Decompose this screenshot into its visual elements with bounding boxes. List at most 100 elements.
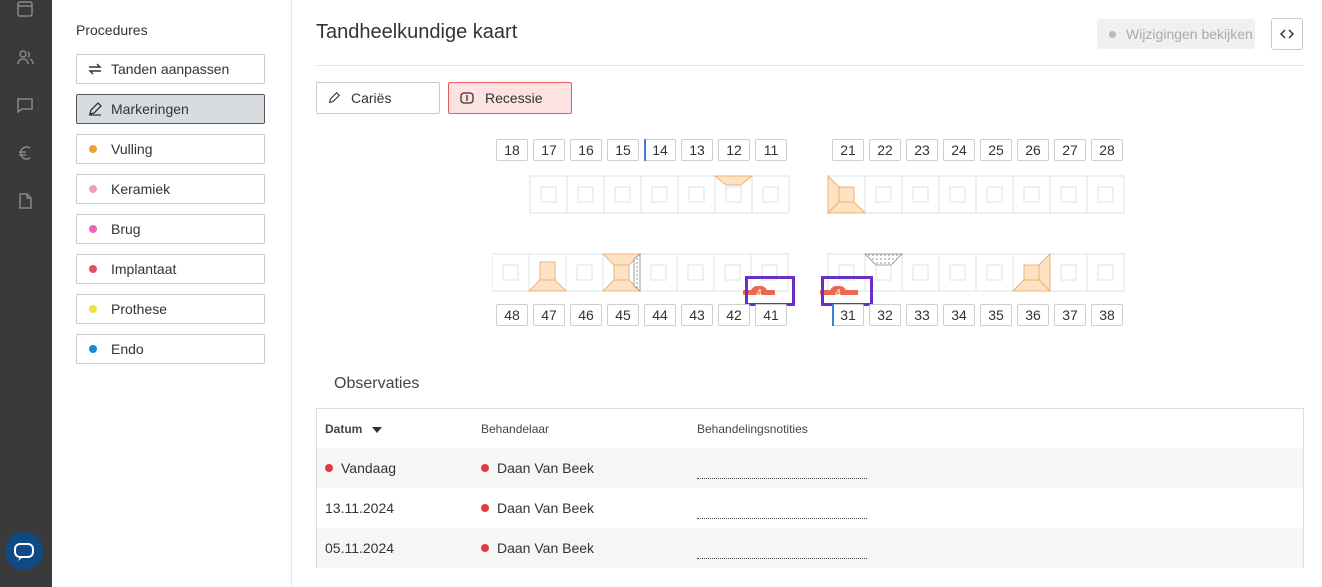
selected-tooth-marker [832,304,834,326]
column-header-date[interactable]: Datum [325,422,382,436]
tooth-number[interactable]: 26 [1017,139,1049,161]
code-toggle-button[interactable] [1271,18,1303,50]
tooth-number[interactable]: 28 [1091,139,1123,161]
tooth-number[interactable]: 17 [533,139,565,161]
practitioner-cell: Daan Van Beek [481,488,594,528]
table-row[interactable]: Vandaag Daan Van Beek [317,448,1303,488]
tooth-number[interactable]: 47 [533,304,565,326]
tooth-number[interactable]: 14 [644,139,676,161]
tooth-number[interactable]: 11 [755,139,787,161]
users-icon[interactable] [16,48,34,66]
procedure-markeringen-button[interactable]: Markeringen [76,94,265,124]
calendar-icon[interactable] [16,0,34,18]
tooth-number[interactable]: 25 [980,139,1012,161]
procedure-keramiek-button[interactable]: Keramiek [76,174,265,204]
notes-field[interactable] [697,478,867,479]
practitioner-text: Daan Van Beek [497,540,595,556]
tooth-number[interactable]: 35 [980,304,1012,326]
table-row[interactable]: 05.11.2024 Daan Van Beek [317,528,1303,568]
procedure-label: Prothese [111,301,168,317]
tooth-number[interactable]: 37 [1054,304,1086,326]
swap-icon [88,63,102,75]
app-sidebar-rail [0,0,52,587]
recession-highlight-31[interactable] [821,276,873,306]
tool-label: Cariës [351,90,392,106]
tooth-number[interactable]: 38 [1091,304,1123,326]
sort-down-icon [371,427,382,433]
date-text: Vandaag [341,460,397,476]
table-row[interactable]: 13.11.2024 Daan Van Beek [317,488,1303,528]
support-chat-button[interactable] [5,532,43,570]
column-date-label: Datum [325,422,363,436]
tooth-number[interactable]: 31 [832,304,864,326]
tooth-number[interactable]: 32 [869,304,901,326]
color-dot [89,225,97,233]
message-icon[interactable] [16,96,34,114]
observations-title: Observaties [334,375,420,392]
procedure-tanden-aanpassen-button[interactable]: Tanden aanpassen [76,54,265,84]
tooth-number[interactable]: 12 [718,139,750,161]
tooth-number[interactable]: 23 [906,139,938,161]
tool-label: Recessie [485,90,543,106]
procedures-panel: Procedures Tanden aanpassen Markeringen … [52,0,292,587]
tooth-number[interactable]: 18 [496,139,528,161]
recession-highlight-41[interactable] [745,276,795,306]
pencil-icon [89,102,102,116]
tooth-number[interactable]: 34 [943,304,975,326]
tooth-number[interactable]: 46 [570,304,602,326]
pencil-icon [328,91,341,104]
date-cell: 05.11.2024 [325,540,395,556]
tool-recession-button[interactable]: Recessie [448,82,572,114]
tooth-number[interactable]: 45 [607,304,639,326]
tooth-number[interactable]: 41 [755,304,787,326]
tooth-number[interactable]: 36 [1017,304,1049,326]
procedure-prothese-button[interactable]: Prothese [76,294,265,324]
tooth-number[interactable]: 27 [1054,139,1086,161]
tooth-number[interactable]: 16 [570,139,602,161]
procedure-label: Brug [111,221,141,237]
procedure-label: Endo [111,341,144,357]
procedure-vulling-button[interactable]: Vulling [76,134,265,164]
tooth-number[interactable]: 21 [832,139,864,161]
euro-icon[interactable] [16,144,34,162]
page-title: Tandheelkundige kaart [316,21,518,43]
view-changes-label: Wijzigingen bekijken [1126,26,1253,42]
notes-field[interactable] [697,518,867,519]
procedure-brug-button[interactable]: Brug [76,214,265,244]
date-cell: 13.11.2024 [325,500,395,516]
main-content: Tandheelkundige kaart Wijzigingen bekijk… [292,0,1322,587]
procedure-endo-button[interactable]: Endo [76,334,265,364]
document-icon[interactable] [16,192,34,210]
column-header-notes: Behandelingsnotities [697,422,808,436]
practitioner-text: Daan Van Beek [497,500,595,516]
procedure-label: Markeringen [111,101,189,117]
tooth-number[interactable]: 13 [681,139,713,161]
tooth-surfaces-diagram[interactable]: 4 4 [492,170,1132,295]
tooth-number[interactable]: 33 [906,304,938,326]
column-header-practitioner: Behandelaar [481,422,550,436]
tooth-number[interactable]: 24 [943,139,975,161]
procedure-label: Tanden aanpassen [111,61,230,77]
practitioner-cell: Daan Van Beek [481,448,594,488]
selected-tooth-marker [644,139,646,161]
divider [316,65,1304,66]
color-dot [89,145,97,153]
procedure-label: Vulling [111,141,153,157]
tool-caries-button[interactable]: Cariës [316,82,440,114]
procedure-implantaat-button[interactable]: Implantaat [76,254,265,284]
procedures-title: Procedures [76,22,148,38]
tooth-number[interactable]: 22 [869,139,901,161]
tooth-outline-icon [460,92,474,104]
tooth-number[interactable]: 48 [496,304,528,326]
tooth-number[interactable]: 42 [718,304,750,326]
procedure-label: Keramiek [111,181,171,197]
today-dot [325,464,333,472]
notes-field[interactable] [697,558,867,559]
date-cell: Vandaag [325,448,396,488]
view-changes-button[interactable]: Wijzigingen bekijken [1097,19,1255,49]
tooth-number[interactable]: 15 [607,139,639,161]
tooth-number[interactable]: 43 [681,304,713,326]
color-dot [89,305,97,313]
code-icon [1280,29,1294,39]
tooth-number[interactable]: 44 [644,304,676,326]
